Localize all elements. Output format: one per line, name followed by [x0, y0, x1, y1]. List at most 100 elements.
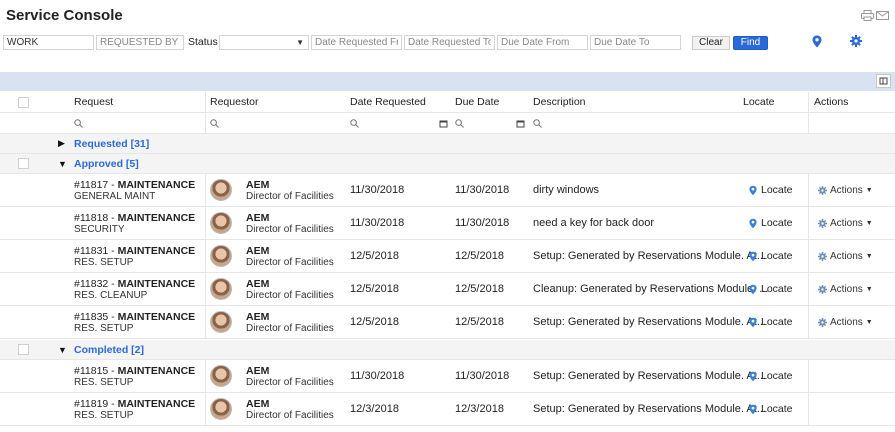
- gear-icon: [818, 251, 827, 261]
- actions-menu-button[interactable]: Actions ▼: [818, 284, 873, 295]
- due-date-cell: 12/3/2018: [455, 403, 504, 415]
- gear-icon: [818, 284, 827, 294]
- request-id[interactable]: #11817 - MAINTENANCE: [74, 179, 195, 191]
- requestor-name: AEM: [246, 211, 270, 224]
- description-filter-search-icon[interactable]: [533, 113, 542, 133]
- locate-link[interactable]: Locate: [749, 403, 793, 415]
- request-filter-search-icon[interactable]: [74, 113, 83, 133]
- column-header-request[interactable]: Request: [74, 92, 113, 112]
- column-header-date-requested[interactable]: Date Requested: [350, 92, 426, 112]
- map-pin-icon[interactable]: [812, 35, 822, 51]
- request-category: RES. SETUP: [74, 409, 134, 421]
- print-icon[interactable]: [861, 10, 874, 21]
- gear-icon[interactable]: [850, 35, 862, 50]
- description-cell: Cleanup: Generated by Reservations Modul…: [533, 283, 769, 295]
- caret-down-icon: ▼: [865, 252, 873, 260]
- description-cell: dirty windows: [533, 184, 600, 196]
- group-label-requested[interactable]: Requested [31]: [74, 138, 149, 150]
- group-row-approved[interactable]: ▼ Approved [5]: [0, 154, 895, 174]
- column-header-actions[interactable]: Actions: [814, 92, 848, 112]
- column-chooser-button[interactable]: [876, 74, 891, 88]
- collapse-arrow-icon[interactable]: ▼: [58, 159, 67, 169]
- request-id[interactable]: #11819 - MAINTENANCE: [74, 398, 195, 410]
- actions-menu-button[interactable]: Actions ▼: [818, 317, 873, 328]
- column-header-requestor[interactable]: Requestor: [210, 92, 258, 112]
- requested-by-input[interactable]: [96, 35, 184, 50]
- caret-down-icon: ▼: [865, 186, 873, 194]
- due-date-cell: 12/5/2018: [455, 283, 504, 295]
- calendar-icon[interactable]: [439, 113, 448, 133]
- avatar: [210, 179, 232, 201]
- clear-button[interactable]: Clear: [692, 36, 730, 50]
- table-row[interactable]: #11817 - MAINTENANCE GENERAL MAINT AEM D…: [0, 174, 895, 207]
- group-label-approved[interactable]: Approved [5]: [74, 158, 139, 170]
- request-id[interactable]: #11818 - MAINTENANCE: [74, 212, 195, 224]
- caret-down-icon: ▼: [865, 285, 873, 293]
- requestor-name: AEM: [246, 310, 270, 323]
- status-label: Status: [188, 36, 218, 48]
- request-id[interactable]: #11831 - MAINTENANCE: [74, 245, 195, 257]
- table-row[interactable]: #11815 - MAINTENANCE RES. SETUP AEM Dire…: [0, 360, 895, 393]
- due-date-cell: 11/30/2018: [455, 217, 510, 229]
- date-requested-to-input[interactable]: [404, 35, 495, 50]
- date-requested-from-input[interactable]: [311, 35, 402, 50]
- date-requested-cell: 11/30/2018: [350, 370, 405, 382]
- request-category: RES. CLEANUP: [74, 289, 148, 301]
- requestor-filter-search-icon[interactable]: [210, 113, 219, 133]
- top-icons: [861, 10, 889, 21]
- locate-link[interactable]: Locate: [749, 316, 793, 328]
- group-checkbox[interactable]: [18, 344, 29, 355]
- description-cell: Setup: Generated by Reservations Module.…: [533, 403, 766, 415]
- locate-link[interactable]: Locate: [749, 217, 793, 229]
- expand-arrow-icon[interactable]: ▶: [58, 138, 65, 149]
- date-requested-cell: 12/3/2018: [350, 403, 399, 415]
- request-id[interactable]: #11832 - MAINTENANCE: [74, 278, 195, 290]
- table-header-row: Request Requestor Date Requested Due Dat…: [0, 92, 895, 113]
- group-checkbox[interactable]: [18, 158, 29, 169]
- collapse-arrow-icon[interactable]: ▼: [58, 345, 67, 355]
- status-select[interactable]: ▼: [219, 35, 309, 50]
- select-all-checkbox[interactable]: [18, 96, 29, 108]
- column-header-due-date[interactable]: Due Date: [455, 92, 499, 112]
- actions-menu-button[interactable]: Actions ▼: [818, 251, 873, 262]
- calendar-icon[interactable]: [516, 113, 525, 133]
- description-cell: Setup: Generated by Reservations Module.…: [533, 250, 766, 262]
- requestor-title: Director of Facilities: [246, 223, 334, 235]
- request-category: RES. SETUP: [74, 376, 134, 388]
- map-pin-icon: [749, 404, 757, 414]
- actions-menu-button[interactable]: Actions ▼: [818, 185, 873, 196]
- due-date-from-input[interactable]: [497, 35, 588, 50]
- request-id[interactable]: #11835 - MAINTENANCE: [74, 311, 195, 323]
- due-date-to-input[interactable]: [590, 35, 681, 50]
- table-row[interactable]: #11832 - MAINTENANCE RES. CLEANUP AEM Di…: [0, 273, 895, 306]
- work-type-input[interactable]: [3, 35, 94, 50]
- locate-link[interactable]: Locate: [749, 370, 793, 382]
- group-row-requested[interactable]: ▶ Requested [31]: [0, 134, 895, 154]
- email-icon[interactable]: [876, 10, 889, 21]
- column-header-description[interactable]: Description: [533, 92, 586, 112]
- avatar: [210, 311, 232, 333]
- request-id[interactable]: #11815 - MAINTENANCE: [74, 365, 195, 377]
- locate-link[interactable]: Locate: [749, 283, 793, 295]
- actions-menu-button[interactable]: Actions ▼: [818, 218, 873, 229]
- column-header-locate[interactable]: Locate: [743, 92, 775, 112]
- due-date-filter-search-icon[interactable]: [455, 113, 464, 133]
- due-date-cell: 12/5/2018: [455, 316, 504, 328]
- requestor-name: AEM: [246, 178, 270, 191]
- avatar: [210, 365, 232, 387]
- table-row[interactable]: #11819 - MAINTENANCE RES. SETUP AEM Dire…: [0, 393, 895, 426]
- grid-toolbar: [0, 72, 895, 91]
- date-requested-filter-search-icon[interactable]: [350, 113, 359, 133]
- locate-link[interactable]: Locate: [749, 184, 793, 196]
- map-pin-icon: [749, 284, 757, 294]
- requestor-title: Director of Facilities: [246, 256, 334, 268]
- table-row[interactable]: #11818 - MAINTENANCE SECURITY AEM Direct…: [0, 207, 895, 240]
- map-pin-icon: [749, 218, 757, 228]
- find-button[interactable]: Find: [733, 36, 768, 50]
- table-row[interactable]: #11835 - MAINTENANCE RES. SETUP AEM Dire…: [0, 306, 895, 339]
- group-row-completed[interactable]: ▼ Completed [2]: [0, 340, 895, 360]
- table-row[interactable]: #11831 - MAINTENANCE RES. SETUP AEM Dire…: [0, 240, 895, 273]
- dropdown-arrow-icon: ▼: [296, 38, 304, 47]
- locate-link[interactable]: Locate: [749, 250, 793, 262]
- group-label-completed[interactable]: Completed [2]: [74, 344, 144, 356]
